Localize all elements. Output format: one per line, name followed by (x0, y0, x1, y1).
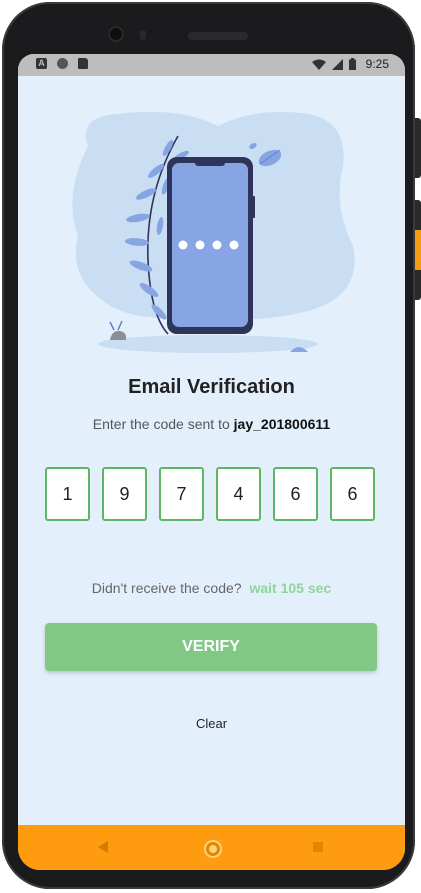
otp-digit-5[interactable]: 6 (273, 467, 318, 521)
recipient-username: jay_201800611 (233, 416, 331, 432)
resend-countdown[interactable]: wait 105 sec (249, 580, 331, 596)
resend-message: Didn't receive the code? wait 105 sec (18, 580, 405, 596)
code-sent-message: Enter the code sent to jay_201800611 (18, 416, 405, 432)
otp-digit-6[interactable]: 6 (330, 467, 375, 521)
sd-card-icon (78, 58, 88, 69)
verify-button[interactable]: VERIFY (45, 623, 377, 671)
otp-digit-4[interactable]: 4 (216, 467, 261, 521)
earpiece-speaker (188, 32, 248, 40)
phone-device-frame: A 9:25 Email Verification Enter the code… (2, 2, 415, 889)
otp-digit-2[interactable]: 9 (102, 467, 147, 521)
circle-icon (57, 58, 68, 69)
otp-digit-3[interactable]: 7 (159, 467, 204, 521)
signal-icon (331, 58, 343, 70)
recent-apps-icon[interactable] (313, 842, 323, 852)
side-button-volume (415, 118, 421, 178)
status-bar: A 9:25 (18, 54, 405, 76)
navigation-bar (18, 825, 405, 870)
status-time: 9:25 (365, 57, 389, 71)
side-button-power (415, 200, 421, 300)
home-icon[interactable] (204, 840, 222, 858)
clear-button[interactable]: Clear (18, 716, 405, 731)
subtitle-prefix: Enter the code sent to (92, 416, 230, 432)
proximity-sensor (140, 30, 146, 40)
resend-prefix: Didn't receive the code? (91, 580, 242, 596)
otp-input-row: 1 9 7 4 6 6 (45, 467, 377, 523)
app-screen: A 9:25 Email Verification Enter the code… (18, 54, 405, 870)
otp-digit-1[interactable]: 1 (45, 467, 90, 521)
a-icon: A (36, 58, 47, 69)
back-icon[interactable] (98, 841, 108, 853)
phone-illustration (72, 111, 355, 353)
front-camera (108, 26, 124, 42)
battery-icon (348, 58, 356, 70)
page-title: Email Verification (128, 376, 295, 398)
wifi-icon (311, 59, 326, 70)
